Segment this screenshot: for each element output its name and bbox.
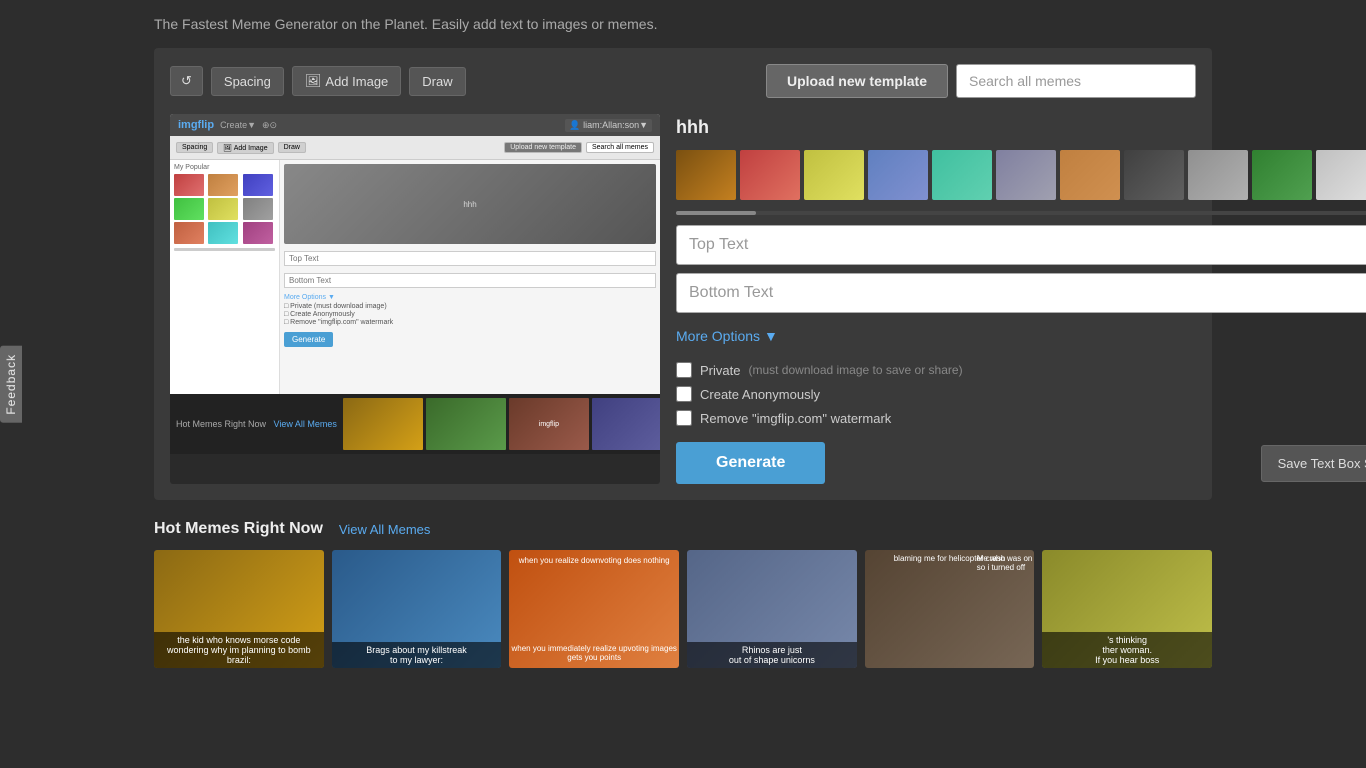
- inner-thumb[interactable]: [208, 222, 238, 244]
- inner-more-options: More Options ▼: [284, 294, 656, 301]
- meme-thumb-7[interactable]: [1060, 150, 1120, 200]
- inner-screenshot: imgflip Create▼ ⊕⊙ 👤 liam:Allan:son▼ Spa…: [170, 114, 660, 394]
- meme-thumb-3[interactable]: [804, 150, 864, 200]
- inner-bottom-text[interactable]: [284, 273, 656, 288]
- feedback-tab[interactable]: Feedback: [0, 346, 22, 423]
- watermark-label: Remove "imgflip.com" watermark: [700, 411, 891, 426]
- inner-search[interactable]: Search all memes: [586, 142, 654, 153]
- meme-thumb-6[interactable]: [996, 150, 1056, 200]
- meme-thumb-5[interactable]: [932, 150, 992, 200]
- spacing-button[interactable]: Spacing: [211, 67, 284, 96]
- meme-thumb-10[interactable]: [1252, 150, 1312, 200]
- inner-thumb[interactable]: [243, 222, 273, 244]
- reset-icon-button[interactable]: ↺: [170, 66, 203, 96]
- add-image-button[interactable]: 🖼 Add Image: [292, 66, 401, 96]
- private-note: (must download image to save or share): [748, 363, 962, 377]
- scroll-indicator[interactable]: [676, 211, 1366, 215]
- inner-main: hhh More Options ▼: [280, 160, 660, 394]
- upload-template-button[interactable]: Upload new template: [766, 64, 948, 98]
- inner-upload[interactable]: Upload new template: [504, 142, 582, 153]
- main-container: ↺ Spacing 🖼 Add Image Draw Upload new te…: [154, 48, 1212, 500]
- template-header: hhh My Popular: [676, 114, 1366, 141]
- hot-section: Hot Memes Right Now View All Memes the k…: [154, 520, 1212, 668]
- content-area: imgflip Create▼ ⊕⊙ 👤 liam:Allan:son▼ Spa…: [170, 114, 1196, 484]
- inner-thumb[interactable]: [208, 174, 238, 196]
- inner-private: □ Private (must download image): [284, 303, 656, 310]
- inner-thumb[interactable]: [208, 198, 238, 220]
- hot-section-title: Hot Memes Right Now: [154, 520, 323, 538]
- watermark-row: Remove "imgflip.com" watermark: [676, 410, 1366, 426]
- generate-button[interactable]: Generate: [676, 442, 825, 484]
- inner-meme-grid: [174, 174, 275, 244]
- hot-memes-grid: the kid who knows morse codewondering wh…: [154, 550, 1212, 668]
- private-row: Private (must download image to save or …: [676, 362, 1366, 378]
- hot-section-header: Hot Memes Right Now View All Memes: [154, 520, 1212, 538]
- preview-hot-strip: Hot Memes Right Now View All Memes imgfl…: [170, 394, 660, 454]
- inner-watermark: □ Remove "imgflip.com" watermark: [284, 319, 656, 326]
- inner-toolbar: Spacing 🖼 Add Image Draw Upload new temp…: [170, 136, 660, 160]
- more-options-button[interactable]: More Options ▼: [676, 328, 778, 344]
- meme-thumb-1[interactable]: [676, 150, 736, 200]
- inner-top-text[interactable]: [284, 251, 656, 266]
- inner-draw[interactable]: Draw: [278, 142, 306, 153]
- toolbar: ↺ Spacing 🖼 Add Image Draw Upload new te…: [170, 64, 1196, 98]
- inner-sidebar: My Popular: [170, 160, 280, 394]
- meme-thumb-9[interactable]: [1188, 150, 1248, 200]
- top-text-row: ⚙: [676, 225, 1366, 265]
- meme-thumbnails-row: [676, 149, 1366, 201]
- private-label: Private: [700, 363, 740, 378]
- inner-nav-bar: imgflip Create▼ ⊕⊙ 👤 liam:Allan:son▼: [170, 114, 660, 136]
- bottom-text-input[interactable]: [676, 273, 1366, 313]
- top-text-input[interactable]: [676, 225, 1366, 265]
- strip-thumb[interactable]: [592, 398, 660, 450]
- image-icon: 🖼: [305, 73, 322, 89]
- draw-button[interactable]: Draw: [409, 67, 465, 96]
- watermark-checkbox[interactable]: [676, 410, 692, 426]
- chevron-down-icon: ▼: [764, 328, 778, 344]
- strip-thumb[interactable]: [343, 398, 423, 450]
- strip-thumb[interactable]: imgflip: [509, 398, 589, 450]
- meme-thumb-8[interactable]: [1124, 150, 1184, 200]
- hot-meme-card-2[interactable]: Brags about my killstreakto my lawyer:: [332, 550, 502, 668]
- inner-thumb[interactable]: [174, 198, 204, 220]
- anonymous-label: Create Anonymously: [700, 387, 820, 402]
- preview-screenshot: imgflip Create▼ ⊕⊙ 👤 liam:Allan:son▼ Spa…: [170, 114, 660, 394]
- hot-meme-card-6[interactable]: 's thinkingther woman.If you hear boss: [1042, 550, 1212, 668]
- meme-thumb-11[interactable]: [1316, 150, 1366, 200]
- meme-thumb-4[interactable]: [868, 150, 928, 200]
- save-settings-button[interactable]: Save Text Box Settings: [1261, 445, 1366, 482]
- page-header: The Fastest Meme Generator on the Planet…: [0, 0, 1366, 48]
- anonymous-checkbox[interactable]: [676, 386, 692, 402]
- search-input[interactable]: [956, 64, 1196, 98]
- hot-meme-card-5[interactable]: blaming me for helicopter crash Me who w…: [865, 550, 1035, 668]
- inner-generate-btn[interactable]: Generate: [284, 332, 333, 347]
- inner-thumb[interactable]: [243, 198, 273, 220]
- anonymous-row: Create Anonymously: [676, 386, 1366, 402]
- scroll-thumb: [676, 211, 756, 215]
- bottom-text-row: ⚙: [676, 273, 1366, 313]
- strip-thumb[interactable]: [426, 398, 506, 450]
- toolbar-right: Upload new template: [766, 64, 1196, 98]
- preview-panel: imgflip Create▼ ⊕⊙ 👤 liam:Allan:son▼ Spa…: [170, 114, 660, 484]
- view-all-memes-link[interactable]: View All Memes: [339, 522, 431, 537]
- private-checkbox[interactable]: [676, 362, 692, 378]
- right-panel: hhh My Popular: [676, 114, 1366, 484]
- inner-thumb[interactable]: [243, 174, 273, 196]
- template-title: hhh: [676, 117, 709, 138]
- more-options-row: More Options ▼ Add Text: [676, 321, 1366, 350]
- inner-thumb[interactable]: [174, 222, 204, 244]
- inner-add-image[interactable]: 🖼 Add Image: [217, 142, 273, 154]
- inner-thumb[interactable]: [174, 174, 204, 196]
- inner-content: My Popular: [170, 160, 660, 394]
- inner-spacing[interactable]: Spacing: [176, 142, 213, 153]
- inner-anonymous: □ Create Anonymously: [284, 311, 656, 318]
- hot-meme-card-3[interactable]: when you realize downvoting does nothing…: [509, 550, 679, 668]
- hot-meme-card-4[interactable]: Rhinos are justout of shape unicorns: [687, 550, 857, 668]
- hot-meme-card-1[interactable]: the kid who knows morse codewondering wh…: [154, 550, 324, 668]
- meme-thumb-2[interactable]: [740, 150, 800, 200]
- bottom-buttons: Generate Save Text Box Settings Reset: [676, 442, 1366, 484]
